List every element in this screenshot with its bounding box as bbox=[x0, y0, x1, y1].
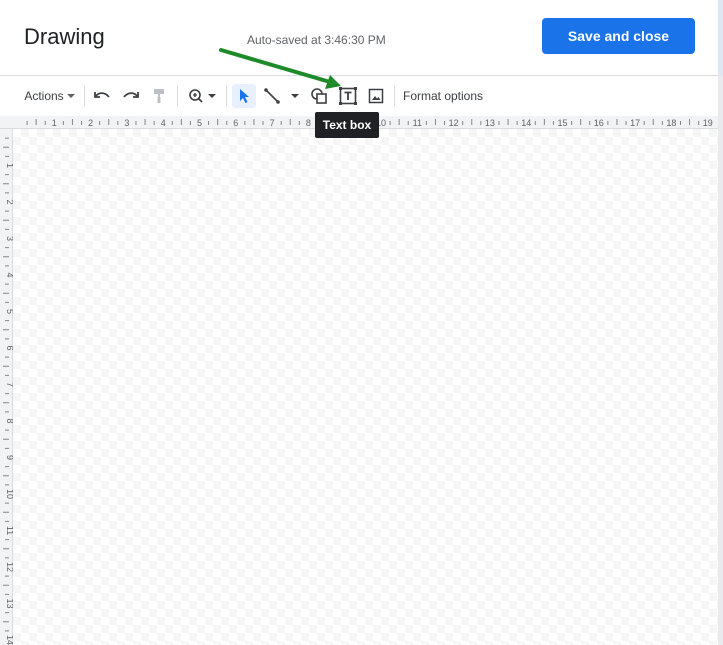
ruler-label: 12 bbox=[449, 118, 459, 128]
ruler-label: 7 bbox=[5, 382, 13, 387]
ruler-label: 5 bbox=[197, 118, 202, 128]
dialog-title: Drawing bbox=[24, 24, 105, 49]
redo-button[interactable] bbox=[120, 84, 142, 108]
vertical-scrollbar[interactable] bbox=[718, 76, 723, 645]
drawing-dialog: Drawing Auto-saved at 3:46:30 PM Save an… bbox=[0, 0, 723, 645]
line-icon bbox=[264, 88, 299, 104]
select-tool-button[interactable] bbox=[232, 84, 256, 108]
chevron-down-icon bbox=[66, 94, 75, 98]
ruler-label: 16 bbox=[594, 118, 604, 128]
ruler-label: 11 bbox=[5, 526, 13, 535]
text-box-button[interactable] bbox=[337, 84, 359, 108]
ruler-label: 13 bbox=[485, 118, 495, 128]
ruler-label: 15 bbox=[557, 118, 567, 128]
toolbar-divider bbox=[226, 86, 227, 106]
ruler-label: 6 bbox=[5, 345, 13, 350]
ruler-label: 9 bbox=[5, 455, 13, 460]
ruler-label: 10 bbox=[5, 489, 13, 499]
ruler-label: 14 bbox=[521, 118, 531, 128]
text-box-icon bbox=[339, 87, 357, 105]
dialog-header: Drawing Auto-saved at 3:46:30 PM Save an… bbox=[0, 0, 723, 76]
shape-tool-button[interactable] bbox=[308, 84, 330, 108]
shape-icon bbox=[311, 88, 327, 104]
ruler-label: 7 bbox=[270, 118, 275, 128]
ruler-label: 2 bbox=[5, 199, 13, 204]
ruler-label: 4 bbox=[5, 272, 13, 277]
ruler-label: 5 bbox=[5, 309, 13, 314]
ruler-label: 8 bbox=[5, 418, 13, 423]
ruler-label: 6 bbox=[233, 118, 238, 128]
ruler-label: 18 bbox=[666, 118, 676, 128]
ruler-label: 1 bbox=[5, 163, 13, 168]
line-tool-button[interactable] bbox=[262, 84, 302, 108]
format-options-button[interactable]: Format options bbox=[403, 84, 483, 108]
actions-menu[interactable]: Actions bbox=[22, 84, 78, 108]
undo-button[interactable] bbox=[91, 84, 113, 108]
redo-icon bbox=[123, 92, 139, 98]
drawing-canvas[interactable] bbox=[13, 129, 718, 645]
vertical-ruler-scale: 1234567891011121314 bbox=[3, 137, 15, 645]
toolbar-divider bbox=[177, 86, 178, 106]
image-tool-button[interactable] bbox=[366, 84, 386, 108]
ruler-label: 4 bbox=[161, 118, 166, 128]
ruler-label: 1 bbox=[52, 118, 57, 128]
ruler-label: 13 bbox=[5, 598, 13, 608]
image-icon bbox=[368, 88, 384, 104]
ruler-label: 19 bbox=[703, 118, 713, 128]
actions-label: Actions bbox=[24, 89, 64, 103]
select-cursor-icon bbox=[240, 89, 249, 103]
undo-icon bbox=[94, 92, 110, 98]
ruler-label: 14 bbox=[5, 635, 13, 645]
ruler-label: 17 bbox=[630, 118, 640, 128]
ruler-label: 11 bbox=[413, 118, 422, 128]
toolbar-divider bbox=[394, 86, 395, 106]
paint-format-icon bbox=[154, 89, 164, 103]
zoom-button[interactable] bbox=[185, 84, 219, 108]
paint-format-button[interactable] bbox=[149, 84, 169, 108]
vertical-ruler: 1234567891011121314 bbox=[0, 129, 15, 645]
window-edge bbox=[718, 0, 723, 76]
text-box-tooltip: Text box bbox=[315, 112, 379, 138]
ruler-label: 8 bbox=[306, 118, 311, 128]
save-and-close-button[interactable]: Save and close bbox=[542, 18, 695, 54]
ruler-label: 12 bbox=[5, 562, 13, 572]
autosave-status: Auto-saved at 3:46:30 PM bbox=[247, 33, 386, 47]
drawing-toolbar: Actions Format options bbox=[0, 76, 718, 116]
ruler-label: 3 bbox=[124, 118, 129, 128]
ruler-label: 2 bbox=[88, 118, 93, 128]
ruler-label: 3 bbox=[5, 236, 13, 241]
toolbar-divider bbox=[84, 86, 85, 106]
zoom-icon bbox=[189, 89, 216, 103]
